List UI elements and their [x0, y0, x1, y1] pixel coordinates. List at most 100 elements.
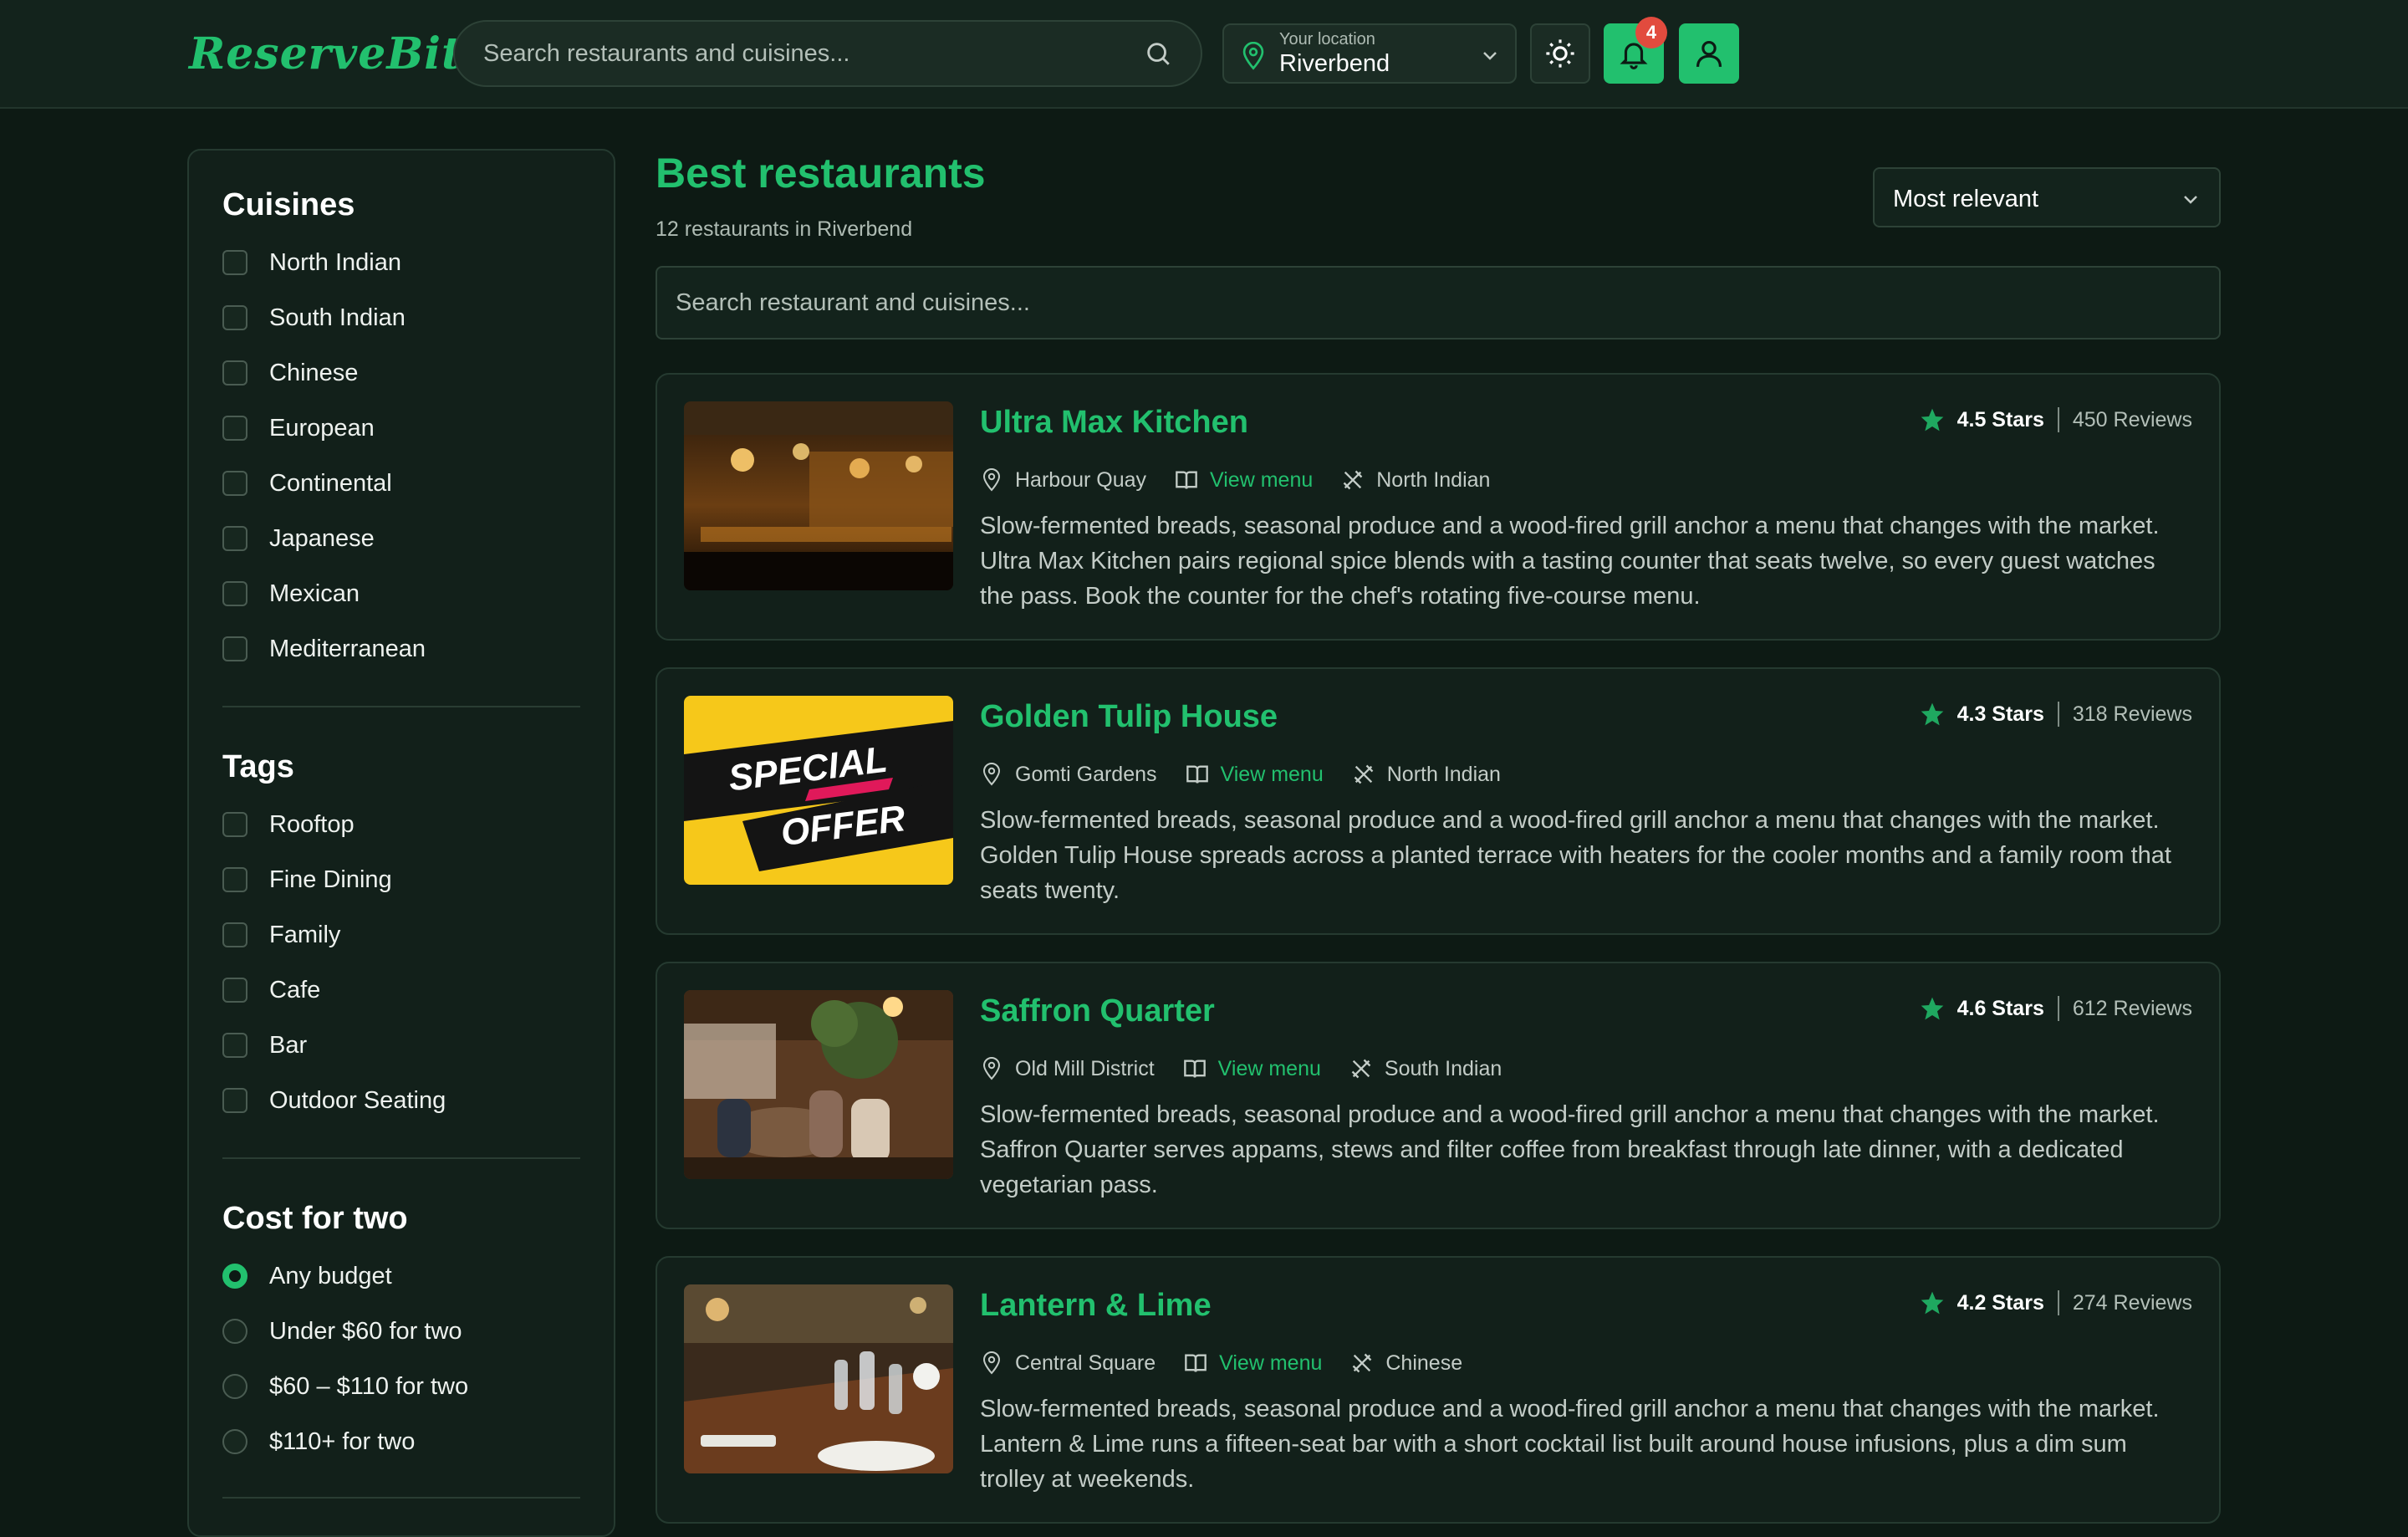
global-search-input[interactable] [483, 39, 1144, 68]
radio[interactable] [222, 1374, 247, 1399]
cost-option-any[interactable]: Any budget [222, 1259, 392, 1293]
restaurant-name[interactable]: Ultra Max Kitchen [980, 405, 1248, 441]
tag-filter-bar[interactable]: Bar [222, 1029, 307, 1062]
view-menu-link[interactable]: View menu [1210, 468, 1313, 493]
checkbox[interactable] [222, 922, 247, 947]
checkbox[interactable] [222, 581, 247, 606]
review-count[interactable]: 274 Reviews [2073, 1291, 2192, 1315]
checkbox[interactable] [222, 636, 247, 661]
cost-title: Cost for two [222, 1201, 408, 1236]
checkbox[interactable] [222, 867, 247, 892]
restaurant-description: Slow-fermented breads, seasonal produce … [980, 513, 2160, 610]
checkbox[interactable] [222, 305, 247, 330]
restaurant-area: Gomti Gardens [1015, 762, 1157, 786]
checkbox[interactable] [222, 812, 247, 837]
search-icon[interactable] [1144, 39, 1172, 68]
restaurant-search[interactable] [656, 266, 2221, 340]
checkbox[interactable] [222, 526, 247, 551]
book-open-icon [1185, 1354, 1207, 1372]
cuisine-filter-chinese[interactable]: Chinese [222, 356, 358, 390]
cuisine-filter-japanese[interactable]: Japanese [222, 522, 375, 555]
book-open-icon [1183, 1060, 1206, 1078]
filter-label: Fine Dining [269, 866, 392, 893]
filter-label: Mediterranean [269, 635, 426, 662]
sort-dropdown[interactable]: Most relevant [1873, 167, 2221, 227]
view-menu-link[interactable]: View menu [1219, 1351, 1322, 1376]
notifications-button[interactable]: 4 [1604, 17, 1667, 84]
cuisine-filter-south-indian[interactable]: South Indian [222, 301, 406, 334]
filter-label: Mexican [269, 580, 360, 607]
tag-filter-rooftop[interactable]: Rooftop [222, 808, 355, 841]
filter-label: Chinese [269, 359, 359, 386]
filter-label: Outdoor Seating [269, 1086, 446, 1114]
restaurant-card[interactable]: SPECIAL OFFER Golden Tulip House Gomti G… [656, 667, 2221, 935]
utensils-crossed-icon [1351, 1059, 1371, 1079]
radio[interactable] [222, 1319, 247, 1344]
location-selector[interactable]: Your location Riverbend [1222, 23, 1517, 84]
checkbox[interactable] [222, 250, 247, 275]
restaurant-image[interactable]: SPECIAL OFFER [684, 696, 953, 885]
utensils-crossed-icon [1343, 470, 1363, 490]
tag-filter-fine-dining[interactable]: Fine Dining [222, 863, 392, 896]
view-menu-link[interactable]: View menu [1221, 763, 1324, 787]
tag-filter-outdoor-seating[interactable]: Outdoor Seating [222, 1084, 446, 1117]
restaurant-rating: 4.6 Stars 612 Reviews [1919, 992, 2192, 1025]
sun-icon [1546, 39, 1574, 68]
restaurant-description: Slow-fermented breads, seasonal produce … [980, 1396, 2160, 1493]
logo[interactable]: ReserveBite [189, 28, 491, 79]
theme-toggle-button[interactable] [1530, 23, 1590, 84]
checkbox[interactable] [222, 471, 247, 496]
cuisine-filter-mexican[interactable]: Mexican [222, 577, 360, 610]
restaurant-image[interactable] [684, 1284, 953, 1473]
restaurant-card[interactable]: Saffron Quarter Old Mill District View m… [656, 962, 2221, 1229]
filter-label: Japanese [269, 524, 375, 552]
restaurant-area: Old Mill District [1015, 1056, 1155, 1080]
review-count[interactable]: 612 Reviews [2073, 997, 2192, 1021]
account-button[interactable] [1679, 23, 1739, 84]
filter-label: Cafe [269, 976, 321, 1003]
cuisine-filter-continental[interactable]: Continental [222, 467, 392, 500]
restaurant-cuisine: Chinese [1385, 1351, 1463, 1375]
restaurant-search-input[interactable] [676, 289, 2201, 317]
book-open-icon [1176, 471, 1197, 489]
filter-label: Continental [269, 469, 392, 497]
checkbox[interactable] [222, 416, 247, 441]
view-menu-link[interactable]: View menu [1218, 1057, 1321, 1081]
cost-option-60-110[interactable]: $60 – $110 for two [222, 1370, 468, 1403]
tag-filter-cafe[interactable]: Cafe [222, 973, 320, 1007]
map-pin-icon [1242, 42, 1264, 70]
review-count[interactable]: 318 Reviews [2073, 702, 2192, 727]
restaurant-name[interactable]: Golden Tulip House [980, 699, 1278, 735]
checkbox[interactable] [222, 360, 247, 386]
global-search[interactable] [453, 20, 1202, 87]
chevron-down-icon [1483, 52, 1497, 60]
cuisine-filter-european[interactable]: European [222, 411, 375, 445]
radio[interactable] [222, 1429, 247, 1454]
restaurant-meta: Old Mill District View menu South Indian [980, 1052, 1502, 1085]
star-icon [1921, 408, 1943, 431]
restaurant-meta: Central Square View menu Chinese [980, 1346, 1462, 1380]
review-count[interactable]: 450 Reviews [2073, 408, 2192, 432]
utensils-crossed-icon [1353, 1353, 1372, 1373]
restaurant-name[interactable]: Saffron Quarter [980, 993, 1215, 1029]
checkbox[interactable] [222, 1088, 247, 1113]
filter-label: $110+ for two [269, 1427, 416, 1455]
page-title: Best restaurants [656, 150, 986, 197]
restaurant-card[interactable]: Ultra Max Kitchen Harbour Quay View menu… [656, 373, 2221, 641]
tag-filter-family[interactable]: Family [222, 918, 340, 952]
restaurant-image[interactable] [684, 401, 953, 590]
checkbox[interactable] [222, 978, 247, 1003]
restaurant-name[interactable]: Lantern & Lime [980, 1288, 1212, 1324]
restaurant-cuisine: North Indian [1386, 762, 1501, 786]
checkbox[interactable] [222, 1033, 247, 1058]
restaurant-rating: 4.5 Stars 450 Reviews [1919, 403, 2192, 437]
radio-selected[interactable] [222, 1264, 247, 1289]
cuisine-filter-mediterranean[interactable]: Mediterranean [222, 632, 426, 666]
cost-option-110-plus[interactable]: $110+ for two [222, 1425, 415, 1458]
restaurant-area: Harbour Quay [1015, 467, 1147, 492]
restaurant-image[interactable] [684, 990, 953, 1179]
notification-count-badge: 4 [1635, 17, 1667, 49]
cuisine-filter-north-indian[interactable]: North Indian [222, 246, 401, 279]
restaurant-card[interactable]: Lantern & Lime Central Square View menu … [656, 1256, 2221, 1524]
cost-option-under-60[interactable]: Under $60 for two [222, 1315, 462, 1348]
